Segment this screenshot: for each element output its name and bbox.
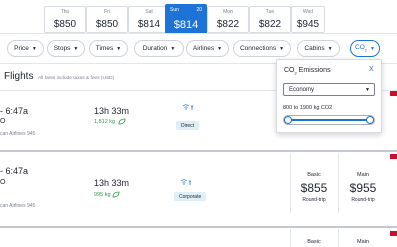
date-cell-mon[interactable]: Mon $822 [207, 6, 249, 33]
date-price: $945 [296, 19, 320, 30]
co2-slider-min-handle[interactable] [284, 116, 292, 124]
fare-price-main[interactable]: $955 [339, 181, 387, 195]
caret-down-icon: ▼ [73, 45, 79, 52]
caret-down-icon: ▼ [217, 45, 223, 52]
side-flag [390, 231, 397, 236]
fare-label: Main [357, 239, 369, 245]
date-price: $822 [258, 19, 282, 30]
caret-down-icon: ▼ [365, 86, 370, 93]
filter-price[interactable]: Price ▼ [7, 40, 44, 57]
flight-times: - 6:47a [0, 106, 29, 116]
date-cell-thu[interactable]: Thu $850 [44, 6, 86, 33]
filter-co2[interactable]: CO2 ▼ [350, 40, 380, 57]
filter-label: CO2 [355, 44, 367, 52]
filter-stops[interactable]: Stops ▼ [47, 40, 85, 57]
filter-label: Airlines [192, 45, 215, 52]
fare-column [338, 229, 339, 247]
filter-duration[interactable]: Duration ▼ [134, 40, 184, 57]
filter-times[interactable]: Times ▼ [89, 40, 128, 57]
flight-co2: 1,812 kg [94, 119, 116, 125]
co2-range-label: 800 to 1900 kg CO2 [283, 105, 333, 111]
filter-label: Price [14, 45, 29, 52]
leaf-icon [118, 118, 126, 125]
divider [0, 33, 397, 34]
page-title: Flights [4, 71, 34, 82]
caret-down-icon: ▼ [370, 45, 375, 52]
caret-down-icon: ▼ [170, 45, 176, 52]
caret-down-icon: ▼ [327, 45, 333, 52]
caret-down-icon: ▼ [116, 45, 122, 52]
flight-route: O [0, 179, 6, 186]
wifi-icon [180, 179, 192, 185]
flight-route: O [0, 118, 6, 125]
co2-label-main: CO [355, 44, 365, 52]
flight-duration: 13h 33m [94, 106, 130, 116]
flight-co2: 995 kg [94, 192, 111, 198]
flight-airline: can Airlines 945 [0, 131, 36, 137]
filter-cabins[interactable]: Cabins ▼ [297, 40, 340, 57]
co2-slider-fill [288, 119, 372, 121]
date-dow: Sun [170, 7, 179, 13]
caret-down-icon: ▼ [279, 45, 285, 52]
date-dow: Fri [104, 9, 110, 15]
filter-label: Duration [142, 45, 168, 52]
fare-label: Basic [307, 172, 321, 178]
co2-emissions-panel: CO2 Emissions X Economy ▼ 800 to 1900 kg… [276, 59, 382, 133]
fare-sub: Round-trip [351, 197, 375, 203]
date-strip: Thu $850 Fri $850 Sat $814 Sun 20 $814 M… [44, 0, 325, 34]
date-cell-wed[interactable]: Wed $945 [291, 6, 325, 33]
date-price: $850 [53, 19, 77, 30]
date-price: $822 [216, 19, 240, 30]
co2-panel-title: CO2 Emissions [284, 67, 331, 75]
date-dow: Thu [60, 9, 70, 15]
filter-label: Cabins [304, 45, 325, 52]
filter-label: Stops [53, 45, 71, 52]
fares-note: All fares include taxes & fees (USD) [38, 76, 115, 81]
flight-duration: 13h 33m [94, 178, 130, 188]
filter-airlines[interactable]: Airlines ▼ [186, 40, 229, 57]
date-dow: Mon [223, 9, 233, 15]
wifi-icon [182, 104, 194, 110]
date-dow: Wed [302, 9, 314, 15]
date-cell-fri[interactable]: Fri $850 [86, 6, 128, 33]
side-flag [390, 91, 397, 96]
fare-label: Basic [307, 239, 321, 245]
fare-column [290, 229, 291, 247]
date-dow: Tue [265, 9, 275, 15]
row-divider [0, 150, 397, 152]
side-flag [390, 154, 397, 159]
filter-label: Connections [239, 45, 277, 52]
date-cell-tue[interactable]: Tue $822 [249, 6, 291, 33]
cabin-select-value: Economy [289, 86, 315, 93]
co2-label-sub: 2 [364, 47, 368, 53]
co2-title-rest: Emissions [296, 67, 331, 74]
filter-label: Times [95, 45, 114, 52]
co2-slider-max-handle[interactable] [366, 116, 374, 124]
flight-times: - 6:47a [0, 166, 29, 176]
date-price: $814 [137, 19, 161, 30]
date-cell-sun-selected[interactable]: Sun 20 $814 [165, 4, 207, 34]
leaf-icon [112, 191, 120, 198]
filter-connections[interactable]: Connections ▼ [233, 40, 291, 57]
date-dow: Sat [145, 9, 153, 15]
co2-title-main: CO [284, 67, 295, 74]
date-price: $850 [95, 19, 119, 30]
date-cell-sat[interactable]: Sat $814 [128, 6, 170, 33]
cabin-select[interactable]: Economy ▼ [283, 83, 375, 96]
caret-down-icon: ▼ [31, 45, 37, 52]
close-icon[interactable]: X [369, 66, 374, 73]
row-divider [0, 226, 397, 228]
date-price: $814 [173, 19, 199, 31]
fare-label: Main [357, 172, 369, 178]
stop-badge: Direct [176, 121, 200, 130]
flight-airline: can Airlines 945 [0, 203, 36, 209]
date-day-number: 20 [196, 7, 202, 13]
fare-sub: Round-trip [302, 197, 326, 203]
stop-badge: Corporate [174, 192, 207, 201]
fare-price-basic[interactable]: $855 [290, 181, 338, 195]
